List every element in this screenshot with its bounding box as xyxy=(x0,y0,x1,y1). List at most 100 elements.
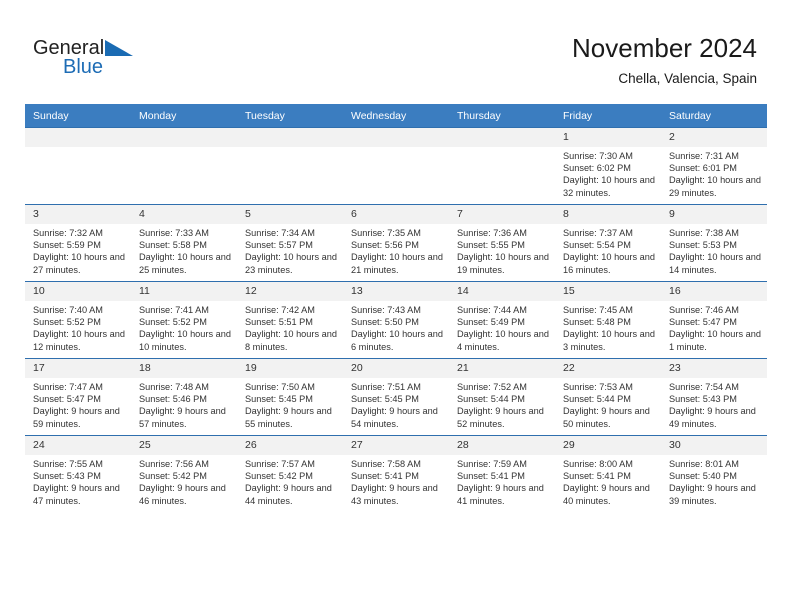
calendar-day-cell[interactable]: 3 Sunrise: 7:32 AM Sunset: 5:59 PM Daylight… xyxy=(25,204,131,282)
calendar-day-cell[interactable]: 10 Sunrise: 7:40 AM Sunset: 5:52 PM Dayligh… xyxy=(25,281,131,359)
calendar-day-cell[interactable]: 1 Sunrise: 7:30 AM Sunset: 6:02 PM Daylight… xyxy=(555,127,661,205)
calendar-day-cell[interactable]: 17 Sunrise: 7:47 AM Sunset: 5:47 PM Dayligh… xyxy=(25,358,131,436)
calendar-day-cell[interactable]: 23 Sunrise: 7:54 AM Sunset: 5:43 PM Dayligh… xyxy=(661,358,767,436)
sunset-text: Sunset: 5:41 PM xyxy=(351,471,419,482)
calendar-day-cell[interactable]: 6 Sunrise: 7:35 AM Sunset: 5:56 PM Daylight… xyxy=(343,204,449,282)
calendar-day-cell[interactable]: 11 Sunrise: 7:41 AM Sunset: 5:52 PM Dayligh… xyxy=(131,281,237,359)
calendar-day-cell[interactable]: 9 Sunrise: 7:38 AM Sunset: 5:53 PM Daylight… xyxy=(661,204,767,282)
daylight-text: Daylight: 10 hours and 21 minutes. xyxy=(351,252,443,275)
sunset-text: Sunset: 5:48 PM xyxy=(563,317,631,328)
sunrise-text: Sunrise: 7:32 AM xyxy=(33,228,103,238)
day-number: 30 xyxy=(661,436,767,455)
calendar-day-cell[interactable]: 21 Sunrise: 7:52 AM Sunset: 5:44 PM Dayligh… xyxy=(449,358,555,436)
sunset-text: Sunset: 5:45 PM xyxy=(351,394,419,405)
day-details: Sunrise: 7:53 AM Sunset: 5:44 PM Daylight:… xyxy=(555,378,661,430)
day-number: 8 xyxy=(555,205,661,224)
calendar-day-cell[interactable]: 25 Sunrise: 7:56 AM Sunset: 5:42 PM Dayligh… xyxy=(131,435,237,512)
daylight-text: Daylight: 10 hours and 12 minutes. xyxy=(33,329,125,352)
sunset-text: Sunset: 5:50 PM xyxy=(351,317,419,328)
day-details: Sunrise: 7:46 AM Sunset: 5:47 PM Daylight:… xyxy=(661,301,767,353)
day-number: 25 xyxy=(131,436,237,455)
calendar-week-row: 3 Sunrise: 7:32 AM Sunset: 5:59 PM Daylight… xyxy=(25,204,767,282)
calendar-day-cell[interactable]: 27 Sunrise: 7:58 AM Sunset: 5:41 PM Dayligh… xyxy=(343,435,449,512)
day-number xyxy=(131,128,237,147)
sunrise-text: Sunrise: 7:40 AM xyxy=(33,305,103,315)
sunset-text: Sunset: 5:45 PM xyxy=(245,394,313,405)
weekday-header-sunday: Sunday xyxy=(25,104,131,128)
calendar-day-cell-empty xyxy=(237,127,343,205)
calendar-day-cell[interactable]: 18 Sunrise: 7:48 AM Sunset: 5:46 PM Dayligh… xyxy=(131,358,237,436)
calendar-day-cell[interactable]: 2 Sunrise: 7:31 AM Sunset: 6:01 PM Daylight… xyxy=(661,127,767,205)
calendar-day-cell[interactable]: 13 Sunrise: 7:43 AM Sunset: 5:50 PM Dayligh… xyxy=(343,281,449,359)
day-details: Sunrise: 7:30 AM Sunset: 6:02 PM Daylight:… xyxy=(555,147,661,199)
day-number: 5 xyxy=(237,205,343,224)
location-subtitle: Chella, Valencia, Spain xyxy=(618,71,757,86)
day-number xyxy=(25,128,131,147)
daylight-text: Daylight: 10 hours and 14 minutes. xyxy=(669,252,761,275)
daylight-text: Daylight: 9 hours and 43 minutes. xyxy=(351,483,438,506)
calendar-day-cell[interactable]: 30 Sunrise: 8:01 AM Sunset: 5:40 PM Dayligh… xyxy=(661,435,767,512)
day-details: Sunrise: 7:32 AM Sunset: 5:59 PM Daylight:… xyxy=(25,224,131,276)
calendar-day-cell[interactable]: 14 Sunrise: 7:44 AM Sunset: 5:49 PM Dayligh… xyxy=(449,281,555,359)
calendar-day-cell[interactable]: 7 Sunrise: 7:36 AM Sunset: 5:55 PM Daylight… xyxy=(449,204,555,282)
day-details: Sunrise: 7:52 AM Sunset: 5:44 PM Daylight:… xyxy=(449,378,555,430)
daylight-text: Daylight: 10 hours and 27 minutes. xyxy=(33,252,125,275)
daylight-text: Daylight: 9 hours and 40 minutes. xyxy=(563,483,650,506)
calendar-day-cell[interactable]: 28 Sunrise: 7:59 AM Sunset: 5:41 PM Dayligh… xyxy=(449,435,555,512)
weekday-header-wednesday: Wednesday xyxy=(343,104,449,128)
daylight-text: Daylight: 9 hours and 55 minutes. xyxy=(245,406,332,429)
day-number: 7 xyxy=(449,205,555,224)
calendar-day-cell[interactable]: 5 Sunrise: 7:34 AM Sunset: 5:57 PM Daylight… xyxy=(237,204,343,282)
day-number: 20 xyxy=(343,359,449,378)
brand-name-blue: Blue xyxy=(63,56,104,78)
sunset-text: Sunset: 5:56 PM xyxy=(351,240,419,251)
sunrise-text: Sunrise: 7:43 AM xyxy=(351,305,421,315)
day-number: 28 xyxy=(449,436,555,455)
calendar-day-cell[interactable]: 20 Sunrise: 7:51 AM Sunset: 5:45 PM Dayligh… xyxy=(343,358,449,436)
sunset-text: Sunset: 5:43 PM xyxy=(669,394,737,405)
day-number: 4 xyxy=(131,205,237,224)
calendar-day-cell[interactable]: 4 Sunrise: 7:33 AM Sunset: 5:58 PM Daylight… xyxy=(131,204,237,282)
calendar-day-cell[interactable]: 16 Sunrise: 7:46 AM Sunset: 5:47 PM Dayligh… xyxy=(661,281,767,359)
calendar-day-cell[interactable]: 19 Sunrise: 7:50 AM Sunset: 5:45 PM Dayligh… xyxy=(237,358,343,436)
calendar-day-cell[interactable]: 24 Sunrise: 7:55 AM Sunset: 5:43 PM Dayligh… xyxy=(25,435,131,512)
daylight-text: Daylight: 10 hours and 4 minutes. xyxy=(457,329,549,352)
sunrise-text: Sunrise: 7:59 AM xyxy=(457,459,527,469)
day-number: 1 xyxy=(555,128,661,147)
daylight-text: Daylight: 10 hours and 32 minutes. xyxy=(563,175,655,198)
day-details: Sunrise: 7:38 AM Sunset: 5:53 PM Daylight:… xyxy=(661,224,767,276)
sunrise-text: Sunrise: 7:53 AM xyxy=(563,382,633,392)
day-number: 13 xyxy=(343,282,449,301)
calendar-day-cell[interactable]: 26 Sunrise: 7:57 AM Sunset: 5:42 PM Dayligh… xyxy=(237,435,343,512)
daylight-text: Daylight: 10 hours and 8 minutes. xyxy=(245,329,337,352)
day-details: Sunrise: 7:37 AM Sunset: 5:54 PM Daylight:… xyxy=(555,224,661,276)
sunset-text: Sunset: 5:57 PM xyxy=(245,240,313,251)
sunset-text: Sunset: 5:41 PM xyxy=(563,471,631,482)
weekday-header-friday: Friday xyxy=(555,104,661,128)
daylight-text: Daylight: 10 hours and 1 minute. xyxy=(669,329,761,352)
sunrise-text: Sunrise: 7:48 AM xyxy=(139,382,209,392)
day-details: Sunrise: 7:43 AM Sunset: 5:50 PM Daylight:… xyxy=(343,301,449,353)
day-number: 12 xyxy=(237,282,343,301)
calendar-day-cell[interactable]: 8 Sunrise: 7:37 AM Sunset: 5:54 PM Daylight… xyxy=(555,204,661,282)
sunset-text: Sunset: 5:51 PM xyxy=(245,317,313,328)
calendar-day-cell[interactable]: 29 Sunrise: 8:00 AM Sunset: 5:41 PM Dayligh… xyxy=(555,435,661,512)
day-number: 26 xyxy=(237,436,343,455)
sunrise-text: Sunrise: 7:45 AM xyxy=(563,305,633,315)
day-details: Sunrise: 8:00 AM Sunset: 5:41 PM Daylight:… xyxy=(555,455,661,507)
calendar-day-cell[interactable]: 22 Sunrise: 7:53 AM Sunset: 5:44 PM Dayligh… xyxy=(555,358,661,436)
sunrise-text: Sunrise: 7:37 AM xyxy=(563,228,633,238)
daylight-text: Daylight: 9 hours and 49 minutes. xyxy=(669,406,756,429)
calendar-day-cell[interactable]: 12 Sunrise: 7:42 AM Sunset: 5:51 PM Dayligh… xyxy=(237,281,343,359)
calendar-grid: Sunday Monday Tuesday Wednesday Thursday… xyxy=(25,104,767,512)
sunset-text: Sunset: 5:42 PM xyxy=(139,471,207,482)
calendar-day-cell[interactable]: 15 Sunrise: 7:45 AM Sunset: 5:48 PM Dayligh… xyxy=(555,281,661,359)
brand-logo[interactable]: General Blue xyxy=(33,38,163,86)
day-details: Sunrise: 7:48 AM Sunset: 5:46 PM Daylight:… xyxy=(131,378,237,430)
calendar-day-cell-empty xyxy=(343,127,449,205)
day-number: 21 xyxy=(449,359,555,378)
sunset-text: Sunset: 5:44 PM xyxy=(457,394,525,405)
daylight-text: Daylight: 9 hours and 52 minutes. xyxy=(457,406,544,429)
sunrise-text: Sunrise: 7:42 AM xyxy=(245,305,315,315)
day-number: 14 xyxy=(449,282,555,301)
